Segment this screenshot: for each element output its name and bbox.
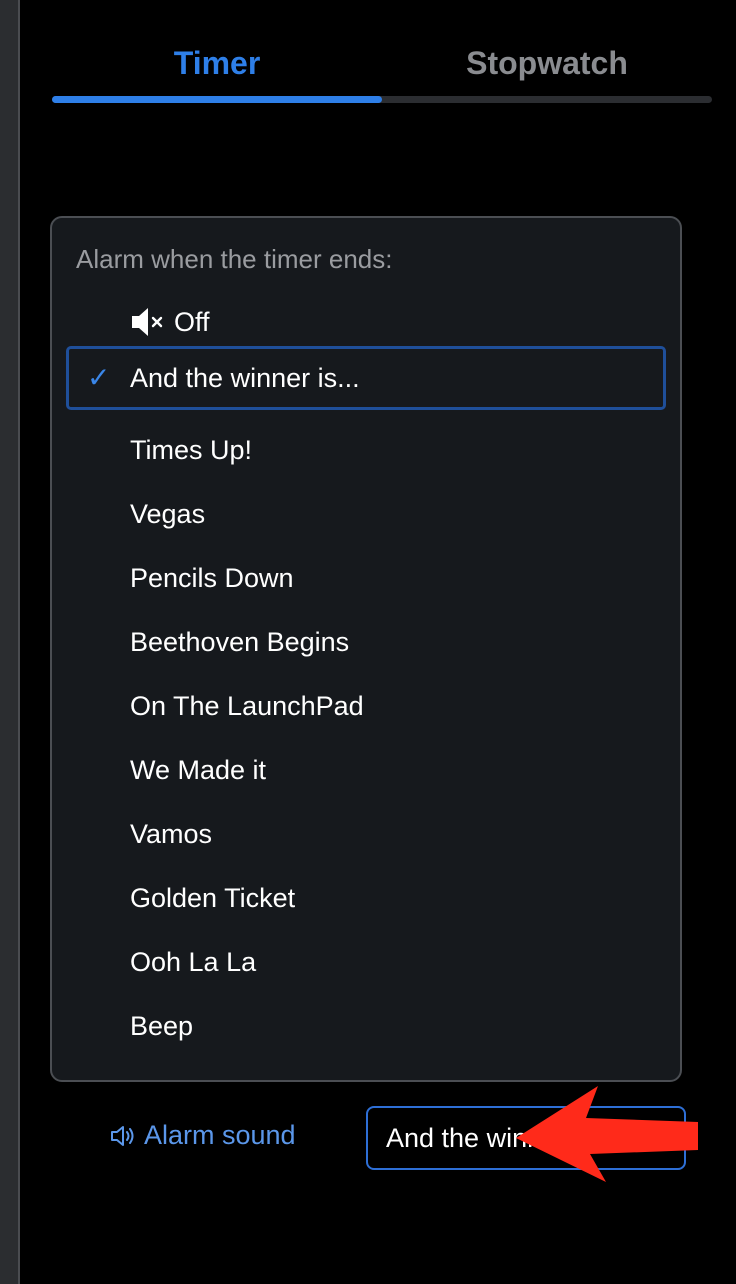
alarm-sound-button[interactable]: Alarm sound [110, 1120, 296, 1151]
timer-settings-page: Timer Stopwatch Alarm when the timer end… [0, 0, 736, 1284]
option-beethoven-begins[interactable]: Beethoven Begins [66, 610, 666, 674]
option-label: We Made it [130, 755, 267, 785]
option-pencils-down[interactable]: Pencils Down [66, 546, 666, 610]
checkmark-icon: ✓ [87, 362, 111, 393]
option-label: Beethoven Begins [130, 627, 350, 657]
alarm-sound-row: Alarm sound And the winner is... [0, 1104, 736, 1174]
option-label: And the winner is... [130, 363, 360, 393]
option-golden-ticket[interactable]: Golden Ticket [66, 866, 666, 930]
option-label: Vamos [130, 819, 213, 849]
alarm-sound-label: Alarm sound [144, 1120, 296, 1150]
option-label: Vegas [130, 499, 206, 529]
option-label: Ooh La La [130, 947, 257, 977]
alarm-sound-dropdown-menu: Alarm when the timer ends: Off ✓ And the… [50, 216, 682, 1082]
tab-timer[interactable]: Timer [52, 28, 382, 104]
option-off[interactable]: Off [66, 290, 666, 354]
option-on-the-launchpad[interactable]: On The LaunchPad [66, 674, 666, 738]
option-label: On The LaunchPad [130, 691, 364, 721]
option-label: Beep [130, 1011, 194, 1041]
option-label: Pencils Down [130, 563, 294, 593]
option-vegas[interactable]: Vegas [66, 482, 666, 546]
speaker-icon [111, 1126, 134, 1146]
tab-stopwatch[interactable]: Stopwatch [382, 28, 712, 104]
muted-speaker-icon [132, 308, 163, 336]
option-and-the-winner-is[interactable]: ✓ And the winner is... [66, 346, 666, 410]
tab-underline-active [52, 96, 382, 103]
option-we-made-it[interactable]: We Made it [66, 738, 666, 802]
option-label: Golden Ticket [130, 883, 296, 913]
option-vamos[interactable]: Vamos [66, 802, 666, 866]
option-times-up[interactable]: Times Up! [66, 418, 666, 482]
alarm-sound-select[interactable]: And the winner is... [366, 1106, 686, 1170]
tab-bar: Timer Stopwatch [52, 28, 712, 104]
option-label: Times Up! [130, 435, 253, 465]
option-beep[interactable]: Beep [66, 994, 666, 1058]
dropdown-heading: Alarm when the timer ends: [76, 244, 393, 274]
option-ooh-la-la[interactable]: Ooh La La [66, 930, 666, 994]
option-label: Off [174, 307, 210, 337]
window-edge [0, 0, 20, 1284]
